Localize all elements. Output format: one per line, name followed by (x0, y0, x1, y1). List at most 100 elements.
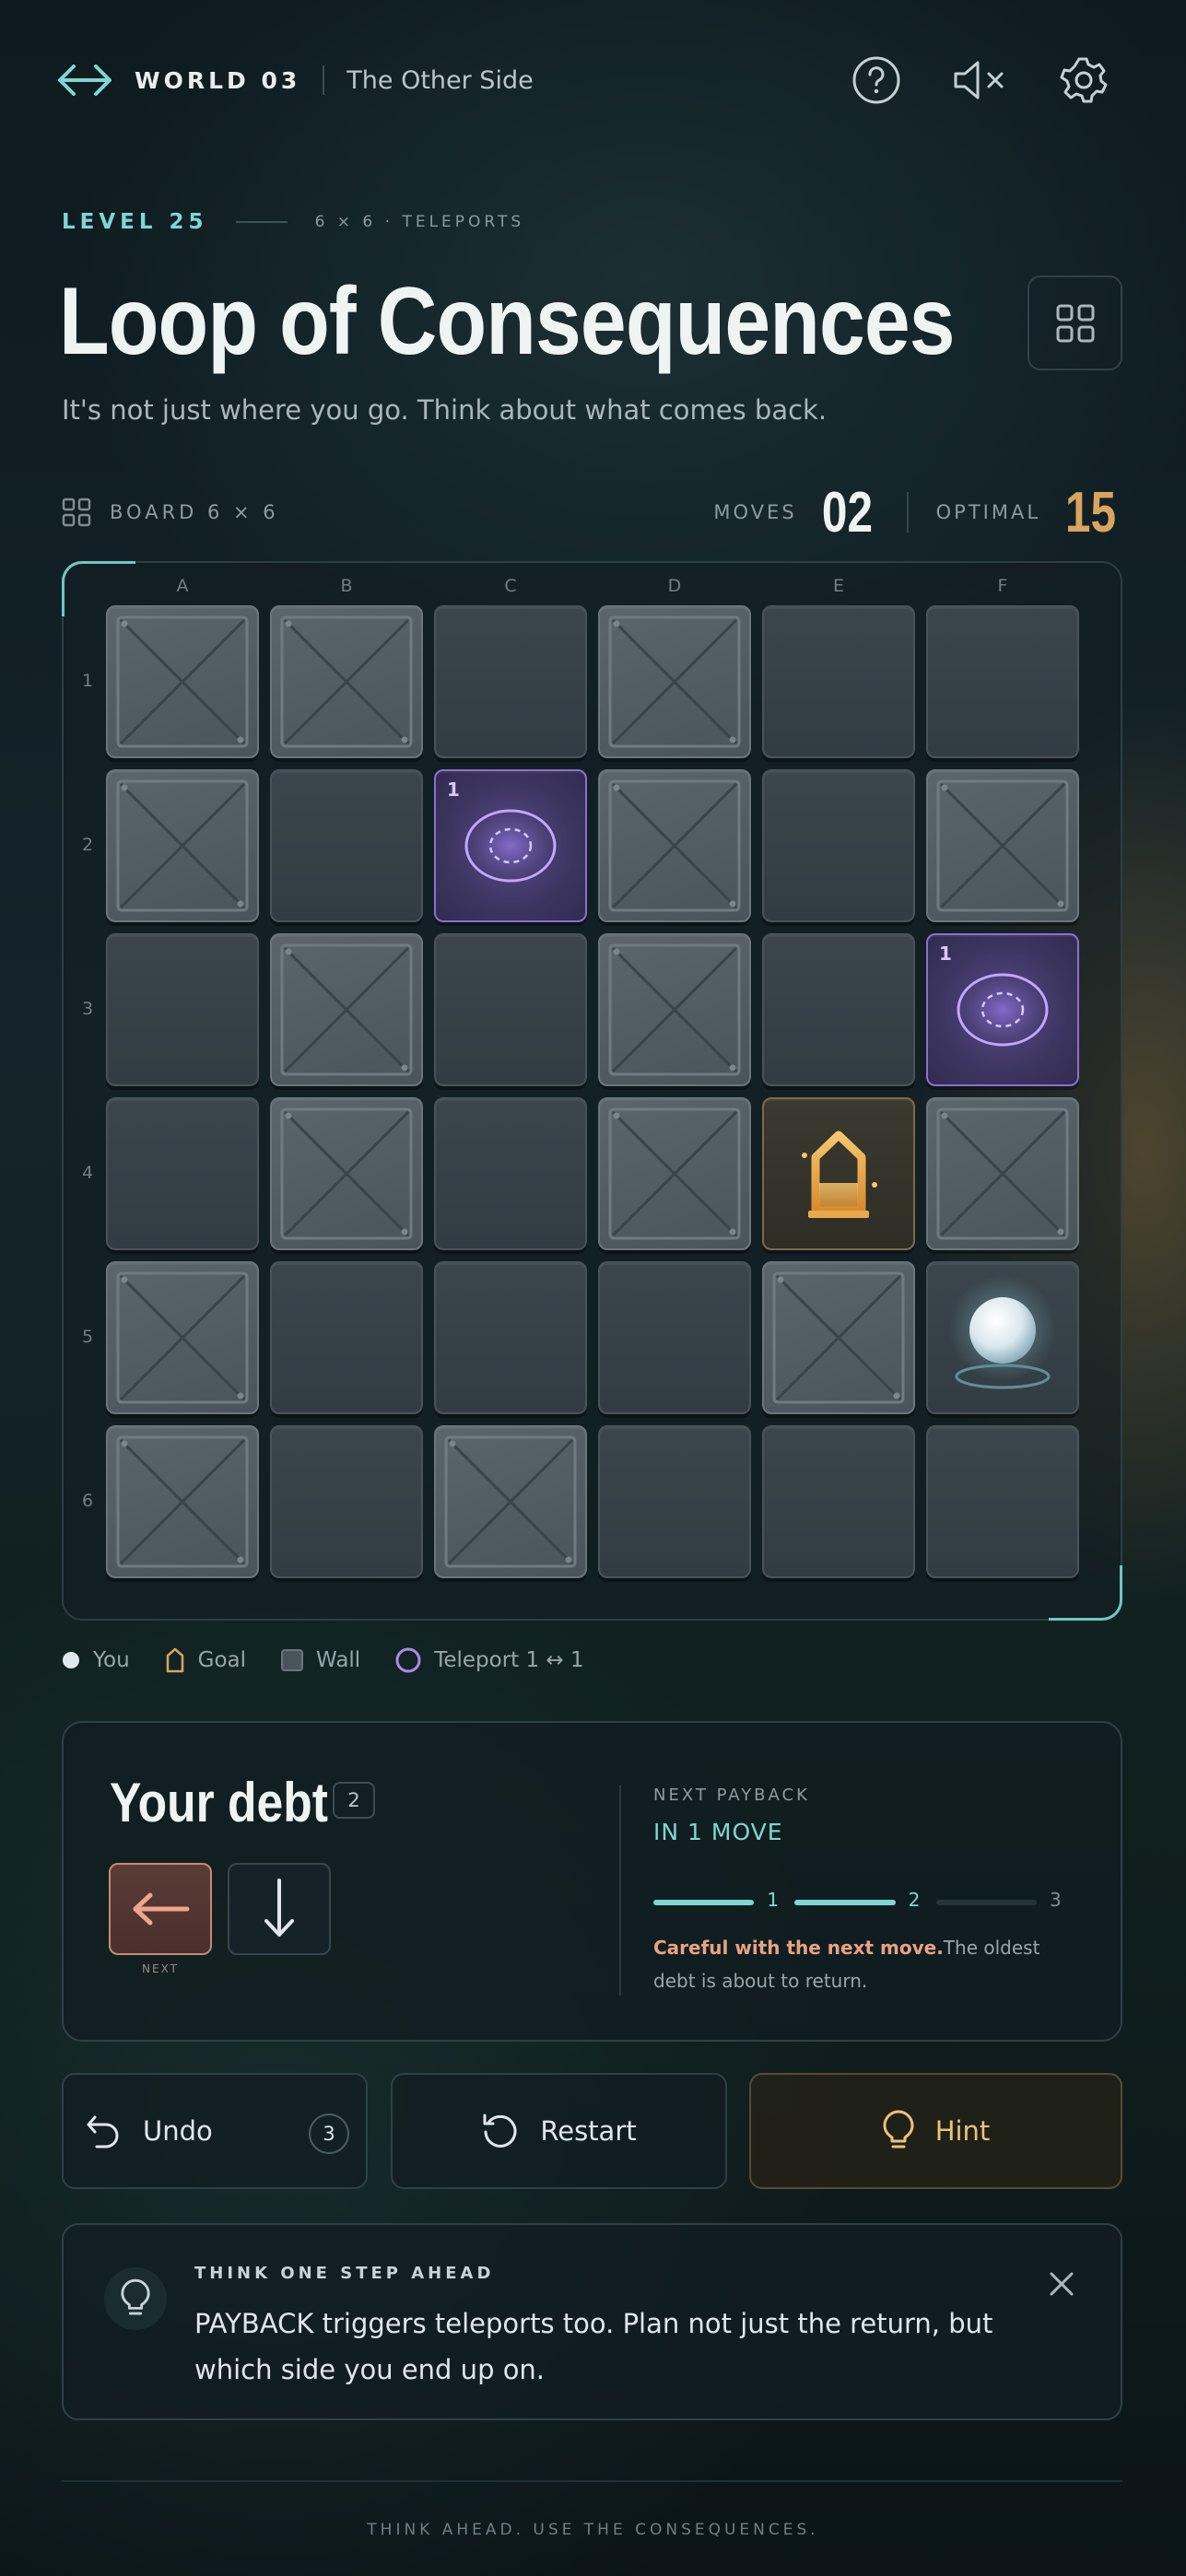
wall-cell-a1[interactable] (106, 605, 259, 758)
level-select-button[interactable] (1027, 275, 1122, 370)
grid-icon (1056, 304, 1094, 342)
wall-cell-f4[interactable] (926, 1097, 1079, 1250)
floor-cell-d5[interactable] (598, 1261, 751, 1414)
hint-label: Hint (934, 2115, 991, 2147)
goal-cell-e4[interactable] (762, 1097, 915, 1250)
game-screen: WORLD 03 The Other Side LEVEL 25 6 × 6 ·… (0, 0, 1186, 2576)
undo-label: Undo (143, 2115, 213, 2147)
wall-cell-d2[interactable] (598, 769, 751, 922)
floor-cell-c3[interactable] (434, 933, 587, 1086)
floor-cell-f1[interactable] (926, 605, 1079, 758)
floor-cell-a4[interactable] (106, 1097, 259, 1250)
debt-count-badge: 2 (333, 1782, 375, 1819)
debt-move (228, 1863, 331, 1955)
undo-button[interactable]: Undo 3 (62, 2073, 368, 2189)
settings-icon[interactable] (1054, 52, 1111, 109)
payback-warning: Careful with the next move.The oldest de… (653, 1937, 1040, 1992)
down-arrow-icon (264, 1879, 294, 1937)
goal-door-icon (764, 1099, 913, 1248)
floor-cell-b2[interactable] (270, 769, 423, 922)
wall-cell-a2[interactable] (106, 769, 259, 922)
wall-cell-c6[interactable] (434, 1425, 587, 1578)
restart-button[interactable]: Restart (391, 2073, 727, 2189)
row-label: 5 (81, 1327, 94, 1347)
debt-panel: Your debt 2 NEXT NEXT PAYBACK IN 1 MOVE … (62, 1721, 1122, 2042)
payback-label: NEXT PAYBACK (653, 1786, 810, 1805)
floor-cell-f6[interactable] (926, 1425, 1079, 1578)
moves-label: MOVES (713, 501, 797, 523)
level-title: Loop of Consequences (59, 268, 956, 375)
help-icon[interactable] (848, 52, 905, 109)
wall-cell-a5[interactable] (106, 1261, 259, 1414)
legend-you: You (62, 1648, 130, 1672)
level-label: LEVEL 25 (62, 210, 208, 234)
floor-cell-d6[interactable] (598, 1425, 751, 1578)
wall-swatch-icon (281, 1649, 304, 1671)
board-grid-icon (62, 498, 91, 527)
board-size-label: BOARD 6 × 6 (110, 501, 279, 523)
floor-cell-c4[interactable] (434, 1097, 587, 1250)
undo-count-badge: 3 (309, 2113, 349, 2154)
goal-icon (165, 1647, 185, 1673)
row-label: 3 (81, 999, 94, 1019)
payback-step-bar (794, 1900, 896, 1905)
world-name: The Other Side (346, 65, 534, 95)
footer-tagline: THINK AHEAD. USE THE CONSEQUENCES. (367, 2521, 819, 2539)
teleport-cell-f3[interactable]: 1 (926, 933, 1079, 1086)
wall-cell-d4[interactable] (598, 1097, 751, 1250)
column-label: A (176, 576, 189, 596)
teleport-ring-icon (395, 1647, 421, 1673)
game-board: A B C D E F 1 2 3 4 5 6 1 1 (62, 561, 1122, 1621)
divider (62, 2480, 1122, 2482)
double-arrow-logo-icon[interactable] (55, 51, 114, 110)
floor-cell-b6[interactable] (270, 1425, 423, 1578)
moves-value: 02 (821, 480, 873, 544)
payback-step-number: 3 (1050, 1889, 1062, 1911)
top-bar: WORLD 03 The Other Side (55, 48, 1111, 112)
floor-cell-c1[interactable] (434, 605, 587, 758)
wall-cell-d3[interactable] (598, 933, 751, 1086)
wall-cell-b1[interactable] (270, 605, 423, 758)
wall-cell-a6[interactable] (106, 1425, 259, 1578)
restart-icon (483, 2113, 517, 2148)
row-label: 4 (81, 1163, 94, 1183)
lightbulb-icon (104, 2267, 167, 2330)
floor-cell-a3[interactable] (106, 933, 259, 1086)
restart-label: Restart (540, 2115, 637, 2147)
payback-step-bar (935, 1900, 1037, 1905)
floor-cell-c5[interactable] (434, 1261, 587, 1414)
teleport-cell-c2[interactable]: 1 (434, 769, 587, 922)
floor-cell-e3[interactable] (762, 933, 915, 1086)
wall-cell-d1[interactable] (598, 605, 751, 758)
player-cell-f5[interactable] (926, 1261, 1079, 1414)
level-row: LEVEL 25 6 × 6 · TELEPORTS (62, 210, 524, 234)
divider (906, 492, 909, 533)
floor-cell-e6[interactable] (762, 1425, 915, 1578)
optimal-label: OPTIMAL (935, 501, 1041, 523)
payback-step-number: 2 (908, 1889, 921, 1911)
optimal-value: 15 (1064, 480, 1117, 544)
payback-step-bar (653, 1900, 755, 1905)
close-icon[interactable] (1043, 2266, 1080, 2302)
wall-cell-e5[interactable] (762, 1261, 915, 1414)
wall-cell-b3[interactable] (270, 933, 423, 1086)
tip-heading: THINK ONE STEP AHEAD (194, 2264, 495, 2283)
floor-cell-e2[interactable] (762, 769, 915, 922)
mute-icon[interactable] (951, 52, 1008, 109)
debt-title: Your debt (110, 1772, 328, 1833)
level-meta: 6 × 6 · TELEPORTS (314, 213, 525, 231)
hint-button[interactable]: Hint (749, 2073, 1122, 2189)
floor-cell-e1[interactable] (762, 605, 915, 758)
debt-move-next (109, 1863, 212, 1955)
wall-cell-f2[interactable] (926, 769, 1079, 922)
wall-cell-b4[interactable] (270, 1097, 423, 1250)
legend-teleport: Teleport 1 ↔ 1 (395, 1647, 584, 1673)
next-move-label: NEXT (142, 1962, 179, 1975)
payback-step-number: 1 (767, 1889, 780, 1911)
floor-cell-b5[interactable] (270, 1261, 423, 1414)
payback-progress: 1 2 3 (653, 1889, 1077, 1916)
lightbulb-icon (883, 2110, 914, 2149)
divider (323, 65, 325, 95)
column-label: C (504, 576, 517, 596)
left-arrow-icon (133, 1892, 190, 1926)
